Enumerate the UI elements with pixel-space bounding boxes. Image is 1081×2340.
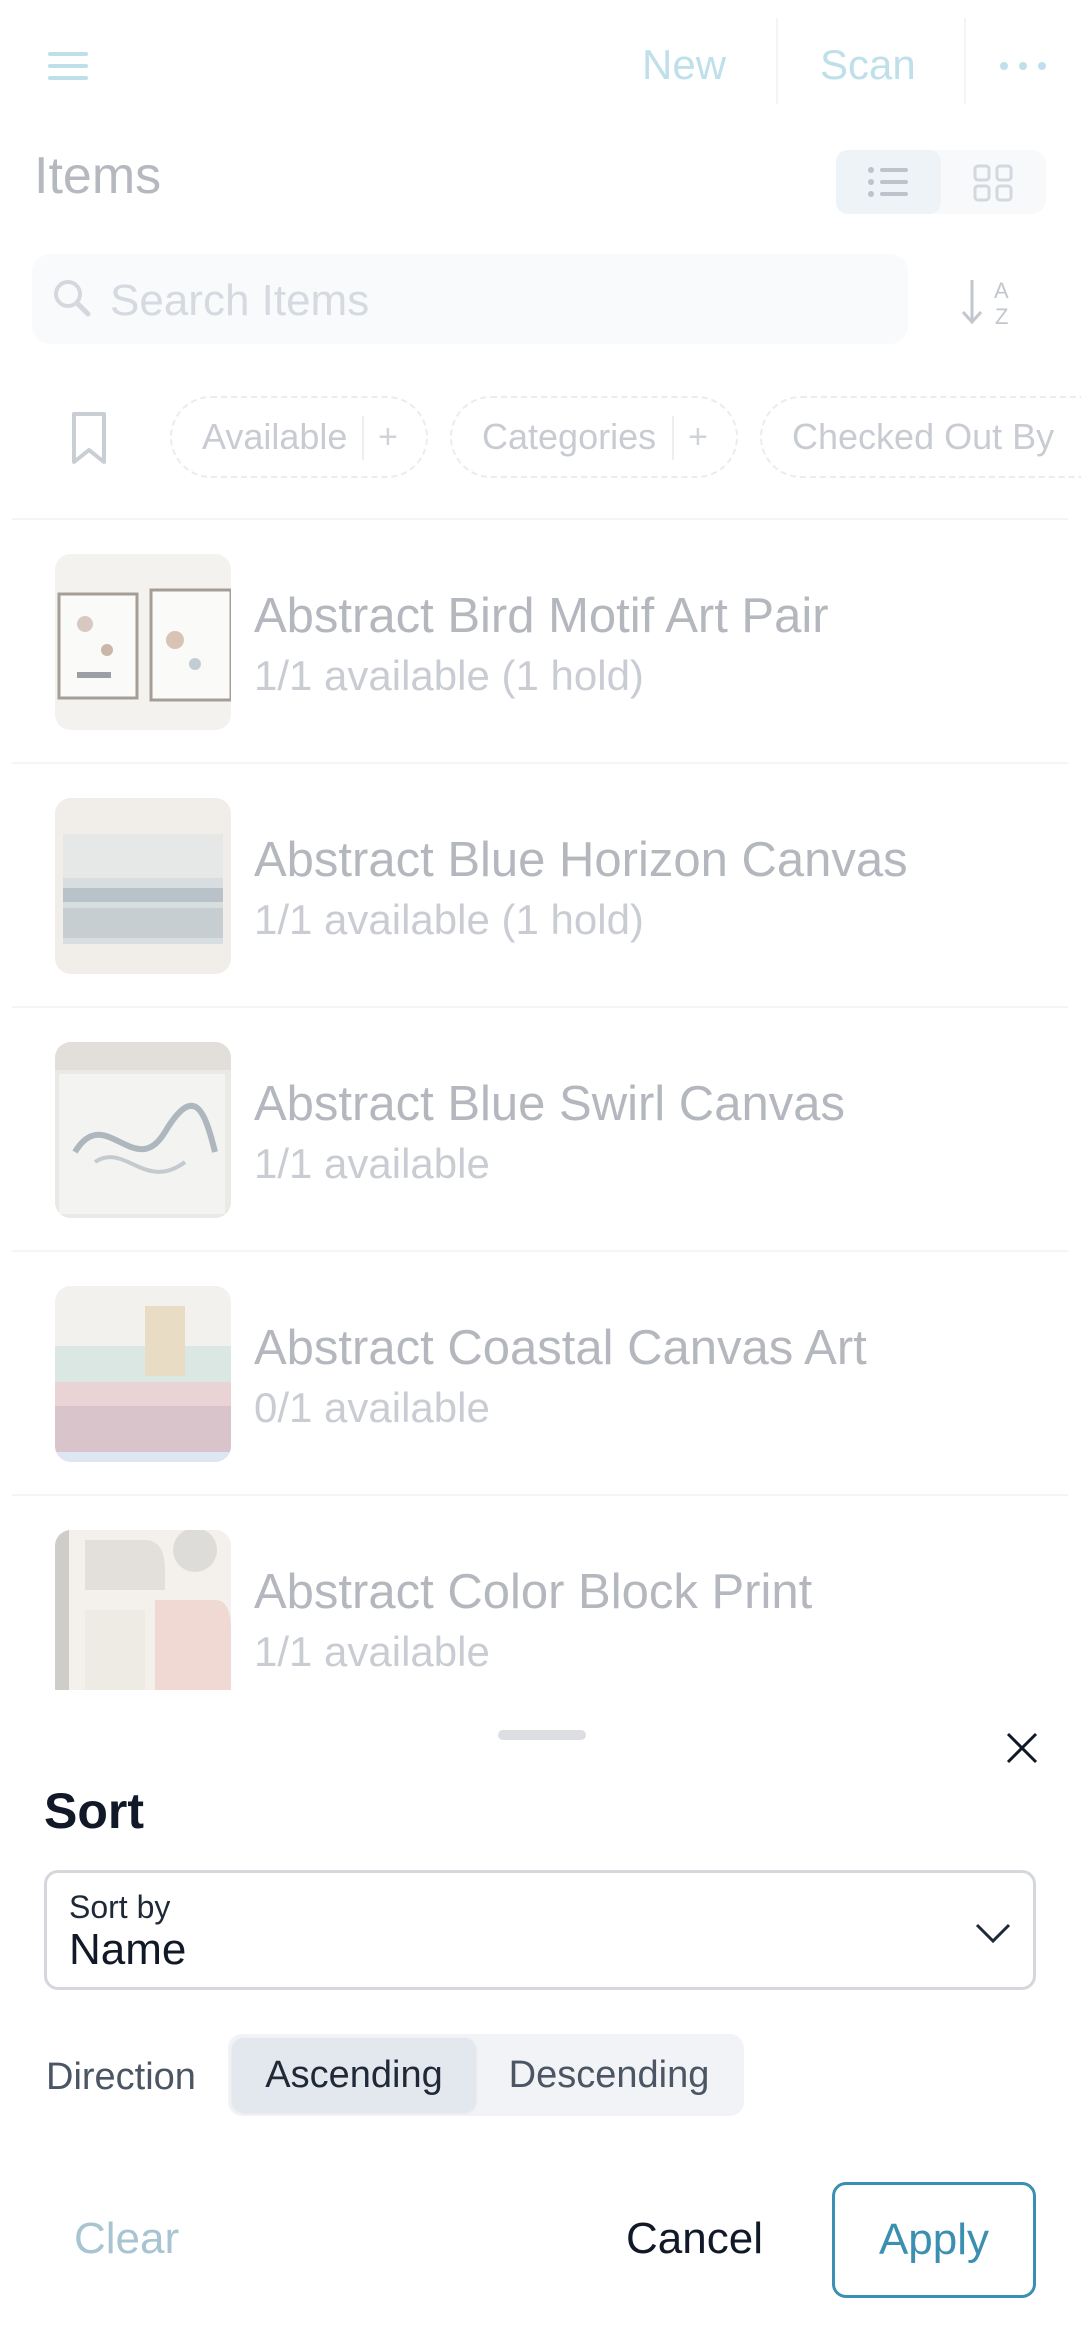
filter-bar: Available + Categories + Checked Out By [0, 396, 1081, 480]
item-thumbnail [55, 1042, 231, 1218]
sort-by-value: Name [69, 1925, 187, 1974]
sort-button[interactable]: A Z [958, 272, 1028, 332]
item-availability: 1/1 available (1 hold) [254, 652, 644, 699]
direction-segmented-control: Ascending Descending [228, 2034, 744, 2116]
add-filter-icon[interactable]: + [688, 398, 708, 476]
more-horizontal-icon[interactable] [998, 40, 1048, 90]
item-availability: 1/1 available [254, 1628, 490, 1675]
chip-label: Categories [482, 416, 657, 457]
items-page: New Scan Items Search Items A Z Availabl… [0, 0, 1081, 1690]
item-availability: 1/1 available [254, 1140, 490, 1187]
grid-view-icon [973, 164, 1013, 202]
filter-chip-categories[interactable]: Categories + [450, 396, 738, 478]
chip-label: Checked Out By [792, 416, 1055, 457]
item-thumbnail [55, 554, 231, 730]
list-item[interactable]: Abstract Blue Horizon Canvas 1/1 availab… [12, 764, 1068, 1008]
apply-button[interactable]: Apply [832, 2182, 1036, 2298]
drag-handle[interactable] [498, 1730, 586, 1740]
bookmark-icon [72, 412, 106, 464]
top-bar: New Scan [0, 0, 1081, 130]
sheet-title: Sort [44, 1783, 144, 1839]
item-name: Abstract Blue Horizon Canvas [254, 833, 908, 887]
chip-label: Available [202, 416, 348, 457]
item-thumbnail [55, 1530, 231, 1690]
bookmark-button[interactable] [62, 408, 118, 468]
scan-button[interactable]: Scan [820, 30, 916, 100]
sort-icon-letter-z: Z [995, 304, 1008, 329]
direction-ascending-button[interactable]: Ascending [232, 2038, 476, 2112]
item-thumbnail [55, 798, 231, 974]
search-icon [54, 280, 91, 317]
sort-icon-letter-a: A [994, 278, 1009, 303]
cancel-button[interactable]: Cancel [626, 2214, 763, 2264]
add-filter-icon[interactable]: + [378, 398, 398, 476]
direction-descending-button[interactable]: Descending [478, 2038, 740, 2112]
filter-chip-available[interactable]: Available + [170, 396, 428, 478]
sort-by-label: Sort by [69, 1889, 171, 1925]
sort-alpha-icon: A Z [961, 278, 1009, 329]
clear-button[interactable]: Clear [74, 2214, 179, 2264]
page-title: Items [34, 147, 162, 205]
search-placeholder: Search Items [110, 276, 370, 325]
item-availability: 0/1 available [254, 1384, 490, 1431]
filter-chip-checked-out-by[interactable]: Checked Out By [760, 396, 1081, 478]
grid-view-button[interactable] [941, 150, 1046, 214]
list-item[interactable]: Abstract Blue Swirl Canvas 1/1 available [12, 1008, 1068, 1252]
item-name: Abstract Blue Swirl Canvas [254, 1077, 845, 1131]
item-name: Abstract Coastal Canvas Art [254, 1321, 867, 1375]
chevron-down-icon [975, 1923, 1011, 1944]
search-input[interactable]: Search Items [32, 254, 908, 344]
item-name: Abstract Bird Motif Art Pair [254, 589, 829, 643]
sort-sheet: Sort Sort by Name Direction Ascending De… [0, 1690, 1081, 2340]
list-view-button[interactable] [836, 150, 941, 214]
list-item[interactable]: Abstract Color Block Print 1/1 available [12, 1496, 1068, 1690]
list-item[interactable]: Abstract Bird Motif Art Pair 1/1 availab… [12, 520, 1068, 764]
list-item[interactable]: Abstract Coastal Canvas Art 0/1 availabl… [12, 1252, 1068, 1496]
new-button[interactable]: New [642, 30, 726, 100]
item-thumbnail [55, 1286, 231, 1462]
sort-by-select[interactable]: Sort by Name [44, 1870, 1036, 1990]
hamburger-menu-icon[interactable] [40, 42, 100, 92]
view-toggle [836, 150, 1046, 214]
close-icon[interactable] [1000, 1726, 1044, 1770]
direction-label: Direction [46, 2056, 196, 2098]
topbar-divider [964, 18, 966, 104]
item-name: Abstract Color Block Print [254, 1565, 813, 1619]
list-view-icon [868, 167, 908, 197]
topbar-divider [776, 18, 778, 104]
item-availability: 1/1 available (1 hold) [254, 896, 644, 943]
